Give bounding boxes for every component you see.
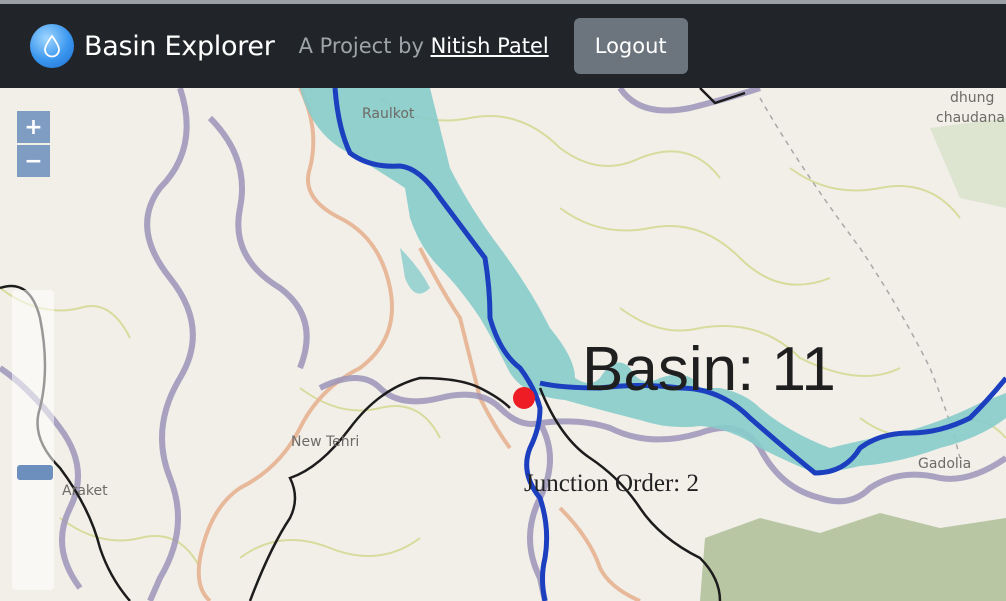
- brand[interactable]: Basin Explorer: [30, 24, 275, 68]
- place-label-araket: Araket: [62, 483, 108, 499]
- place-label-new-tehri: New Tehri: [291, 434, 360, 450]
- brand-title: Basin Explorer: [84, 30, 275, 62]
- map-canvas[interactable]: [0, 88, 1006, 601]
- tagline-prefix: A Project by: [298, 34, 424, 58]
- place-label-raulkot: Raulkot: [362, 106, 415, 122]
- map-view[interactable]: + − Raulkot dhung chaudana New Tehri Ara…: [0, 88, 1006, 601]
- junction-marker[interactable]: [513, 387, 535, 409]
- place-label-gadolia: Gadolia: [918, 456, 972, 472]
- place-label-chaudana: chaudana: [936, 110, 1005, 126]
- author-link[interactable]: Nitish Patel: [431, 34, 549, 58]
- zoom-slider-handle[interactable]: [17, 465, 53, 480]
- logout-button[interactable]: Logout: [573, 18, 688, 74]
- zoom-slider[interactable]: [12, 290, 54, 590]
- basin-label: Basin: 11: [582, 335, 836, 404]
- navbar: Basin Explorer A Project by Nitish Patel…: [0, 4, 1006, 88]
- tagline: A Project by Nitish Patel: [299, 34, 549, 58]
- place-label-dhung: dhung: [950, 90, 995, 106]
- zoom-out-button[interactable]: −: [17, 145, 50, 177]
- water-drop-icon: [30, 24, 74, 68]
- junction-label: Junction Order: 2: [524, 470, 699, 497]
- zoom-in-button[interactable]: +: [17, 111, 50, 143]
